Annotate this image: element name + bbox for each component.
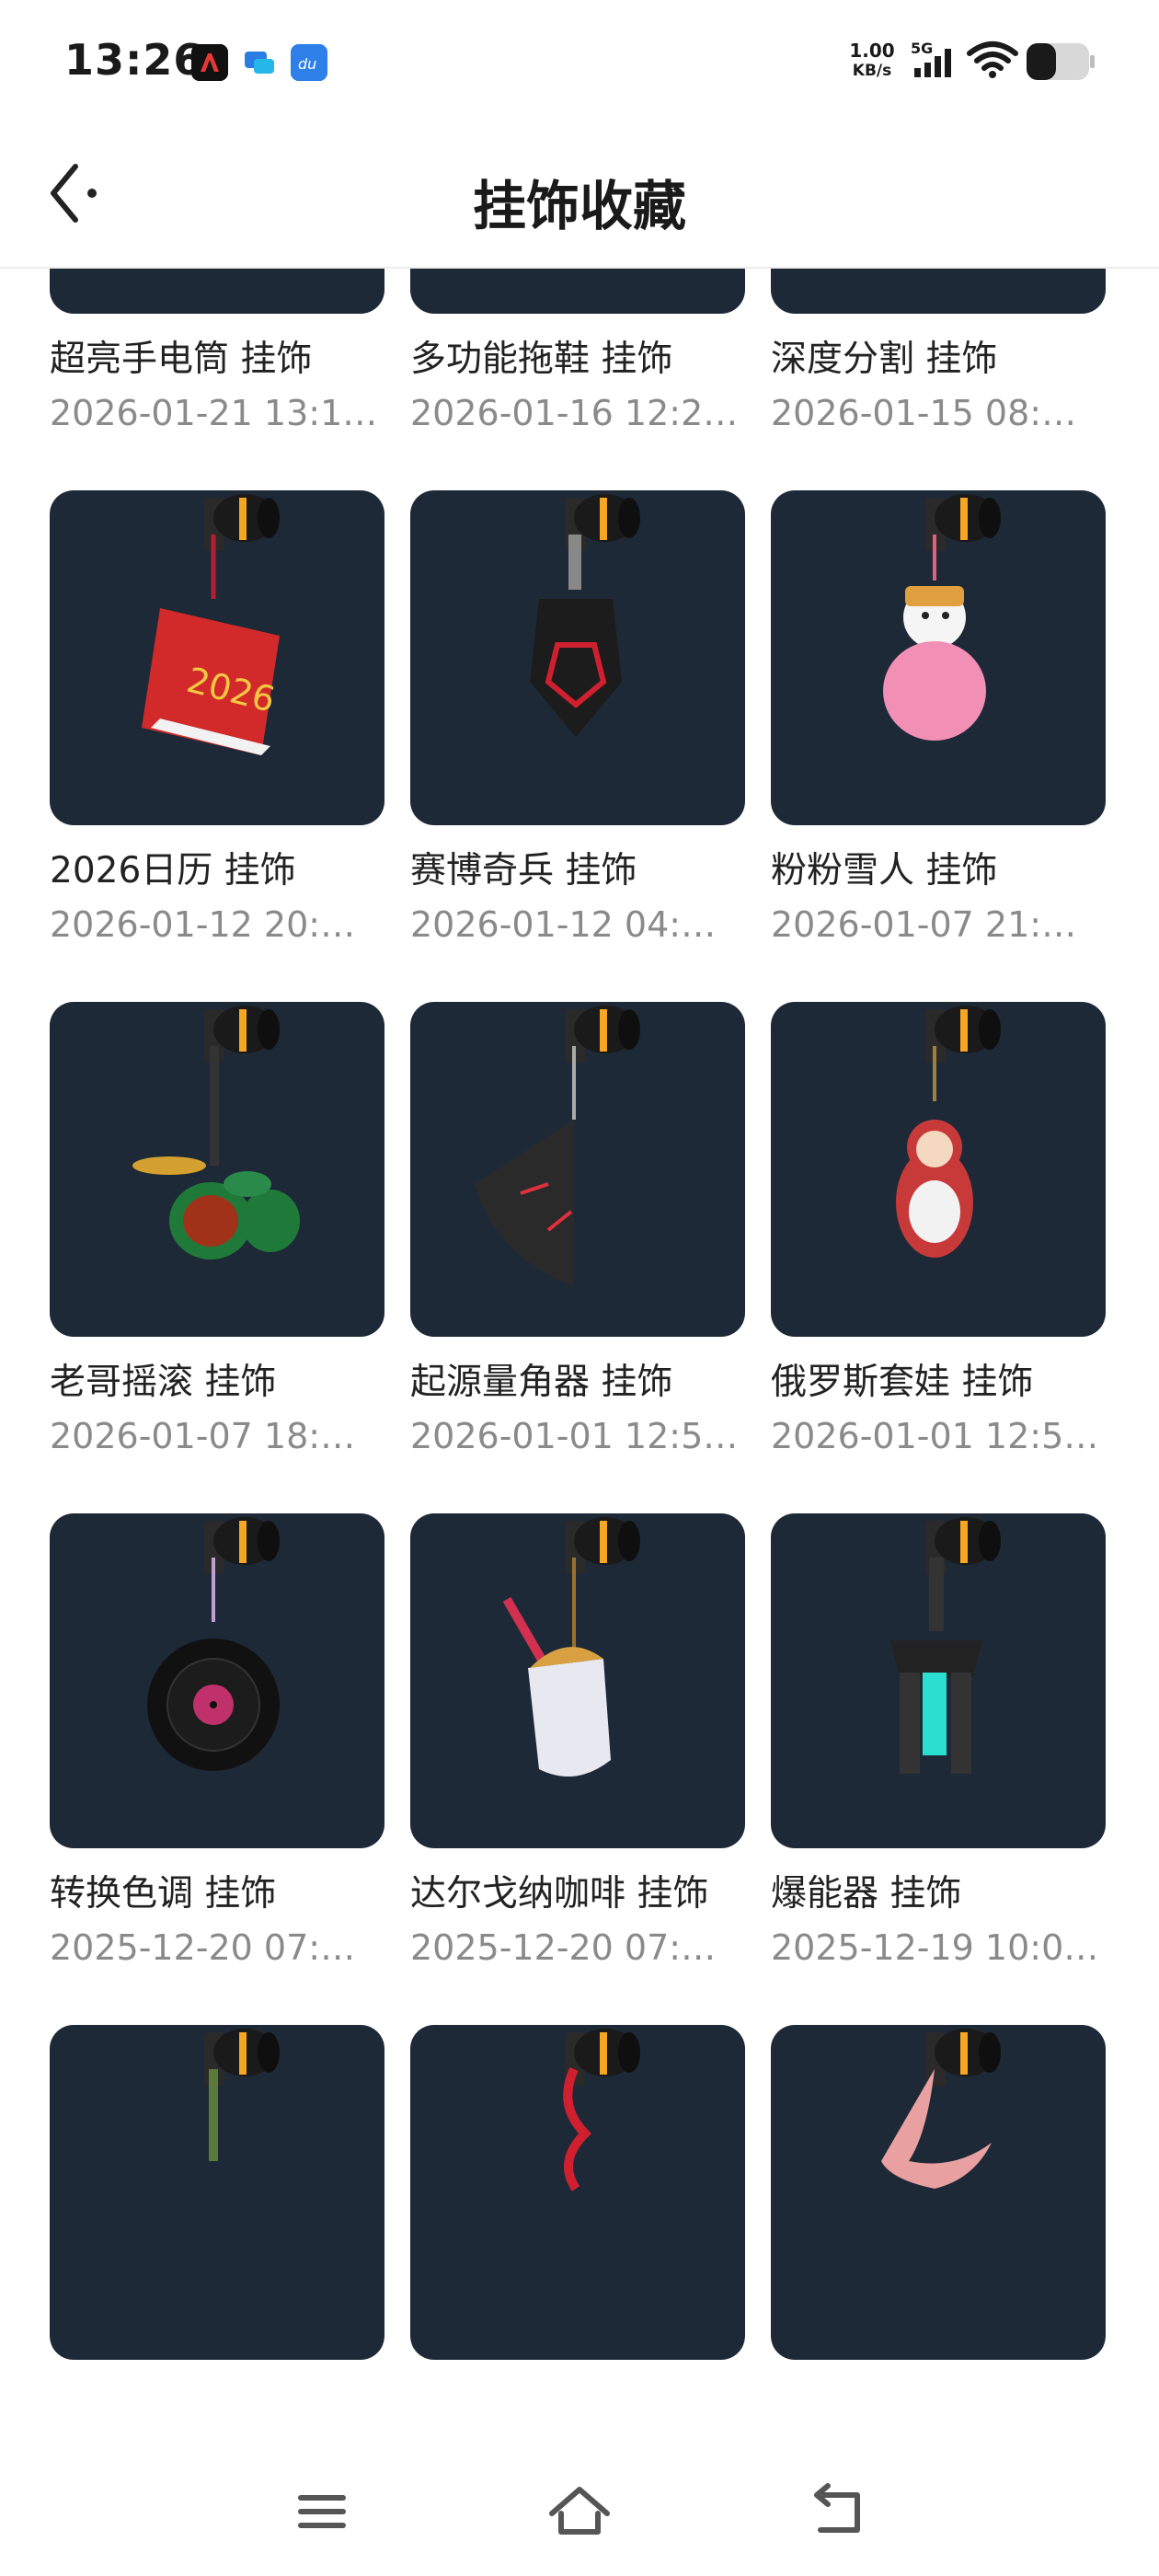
charm-name: 俄罗斯套娃 挂饰 — [771, 1362, 1034, 1403]
charm-thumbnail[interactable] — [771, 1513, 1106, 1848]
net-speed-unit: KB/s — [852, 62, 892, 80]
home-icon — [549, 2487, 610, 2535]
charm-date: 2026-01-07 21:… — [771, 904, 1077, 945]
snowman-charm-icon — [883, 494, 1001, 741]
fish-charm-icon — [881, 2029, 1001, 2189]
page-header: 挂饰收藏 — [0, 124, 1159, 269]
charm-name: 老哥摇滚 挂饰 — [50, 1362, 277, 1403]
charm-date: 2026-01-01 12:5… — [771, 1416, 1099, 1456]
back-nav-button[interactable] — [800, 2475, 874, 2548]
charm-date: 2026-01-16 12:2… — [410, 393, 739, 433]
charm-thumbnail[interactable] — [50, 1002, 384, 1337]
charm-thumbnail[interactable] — [50, 269, 384, 314]
back-icon — [814, 2483, 860, 2533]
red-knot-charm-icon — [563, 2029, 640, 2191]
charm-name: 起源量角器 挂饰 — [410, 1362, 673, 1403]
charm-collection-list[interactable]: 超亮手电筒 挂饰 2026-01-21 13:1… 多功能拖鞋 挂饰 2026-01-… — [0, 269, 1159, 2440]
charm-date: 2025-12-20 07:… — [410, 1927, 717, 1968]
charm-name: 达尔戈纳咖啡 挂饰 — [410, 1873, 709, 1915]
charm-thumbnail[interactable] — [771, 490, 1106, 825]
network-speed: 1.00 KB/s — [844, 40, 900, 81]
charm-thumbnail[interactable] — [771, 2025, 1106, 2360]
system-nav-bar — [0, 2440, 1159, 2576]
charm-thumbnail[interactable] — [771, 1002, 1106, 1337]
charm-thumbnail[interactable] — [410, 269, 745, 314]
charm-name: 深度分割 挂饰 — [771, 339, 998, 380]
home-button[interactable] — [543, 2475, 616, 2548]
du-app-icon: du — [291, 44, 327, 81]
drum-kit-charm-icon — [132, 1006, 300, 1259]
charm-thumbnail[interactable] — [50, 1513, 384, 1848]
charm-thumbnail[interactable] — [410, 1002, 745, 1337]
charm-name: 超亮手电筒 挂饰 — [50, 339, 313, 380]
charm-name: 赛博奇兵 挂饰 — [410, 850, 637, 891]
charm-thumbnail[interactable] — [50, 2025, 384, 2360]
status-bar: 13:26 du 1.00 KB/s 5G — [0, 0, 1159, 124]
cyber-tag-charm-icon — [530, 494, 640, 737]
charm-thumbnail[interactable] — [410, 1513, 745, 1848]
charm-date: 2026-01-21 13:1… — [50, 393, 378, 433]
charm-date: 2026-01-15 08:… — [771, 393, 1077, 433]
charm-thumbnail[interactable]: 2026 — [50, 490, 384, 825]
charm-date: 2026-01-12 04:… — [410, 904, 717, 945]
battery-icon — [1026, 42, 1096, 85]
matryoshka-charm-icon — [896, 1006, 1001, 1258]
vinyl-record-charm-icon — [147, 1517, 280, 1771]
charm-date: 2025-12-19 10:0… — [771, 1927, 1099, 1968]
slipper-charm-icon — [410, 269, 745, 314]
status-time: 13:26 — [64, 35, 204, 85]
menu-icon — [298, 2495, 346, 2528]
wifi-icon — [966, 40, 1019, 83]
charm-date: 2026-01-01 12:5… — [410, 1416, 739, 1456]
signal-label: 5G — [911, 40, 933, 57]
calendar-charm-icon: 2026 — [142, 494, 280, 755]
net-speed-value: 1.00 — [849, 40, 895, 62]
red-app-icon — [191, 44, 228, 81]
charm-thumbnail[interactable] — [410, 490, 745, 825]
coffee-cup-charm-icon — [502, 1517, 640, 1777]
charm-date: 2026-01-07 18:… — [50, 1416, 356, 1456]
charm-date: 2025-12-20 07:… — [50, 1927, 356, 1968]
charm-name: 2026日历 挂饰 — [50, 850, 296, 891]
floating-island-charm-icon — [771, 269, 1106, 314]
flashlight-charm-icon — [50, 269, 384, 314]
charm-name: 粉粉雪人 挂饰 — [771, 850, 998, 891]
charm-name: 多功能拖鞋 挂饰 — [410, 339, 673, 380]
charm-name: 转换色调 挂饰 — [50, 1873, 277, 1915]
charm-date: 2026-01-12 20:… — [50, 904, 356, 945]
chat-app-icon — [241, 44, 278, 81]
protractor-charm-icon — [475, 1006, 640, 1285]
charm-thumbnail[interactable] — [771, 269, 1106, 314]
charm-name: 爆能器 挂饰 — [771, 1873, 962, 1915]
signal-icon: 5G — [911, 40, 962, 85]
charm-thumbnail[interactable] — [410, 2025, 745, 2360]
page-title: 挂饰收藏 — [472, 175, 686, 237]
menu-button[interactable] — [285, 2475, 359, 2548]
svg-text:du: du — [298, 55, 316, 73]
blaster-charm-icon — [890, 1517, 1001, 1774]
green-charm-icon — [204, 2029, 280, 2161]
